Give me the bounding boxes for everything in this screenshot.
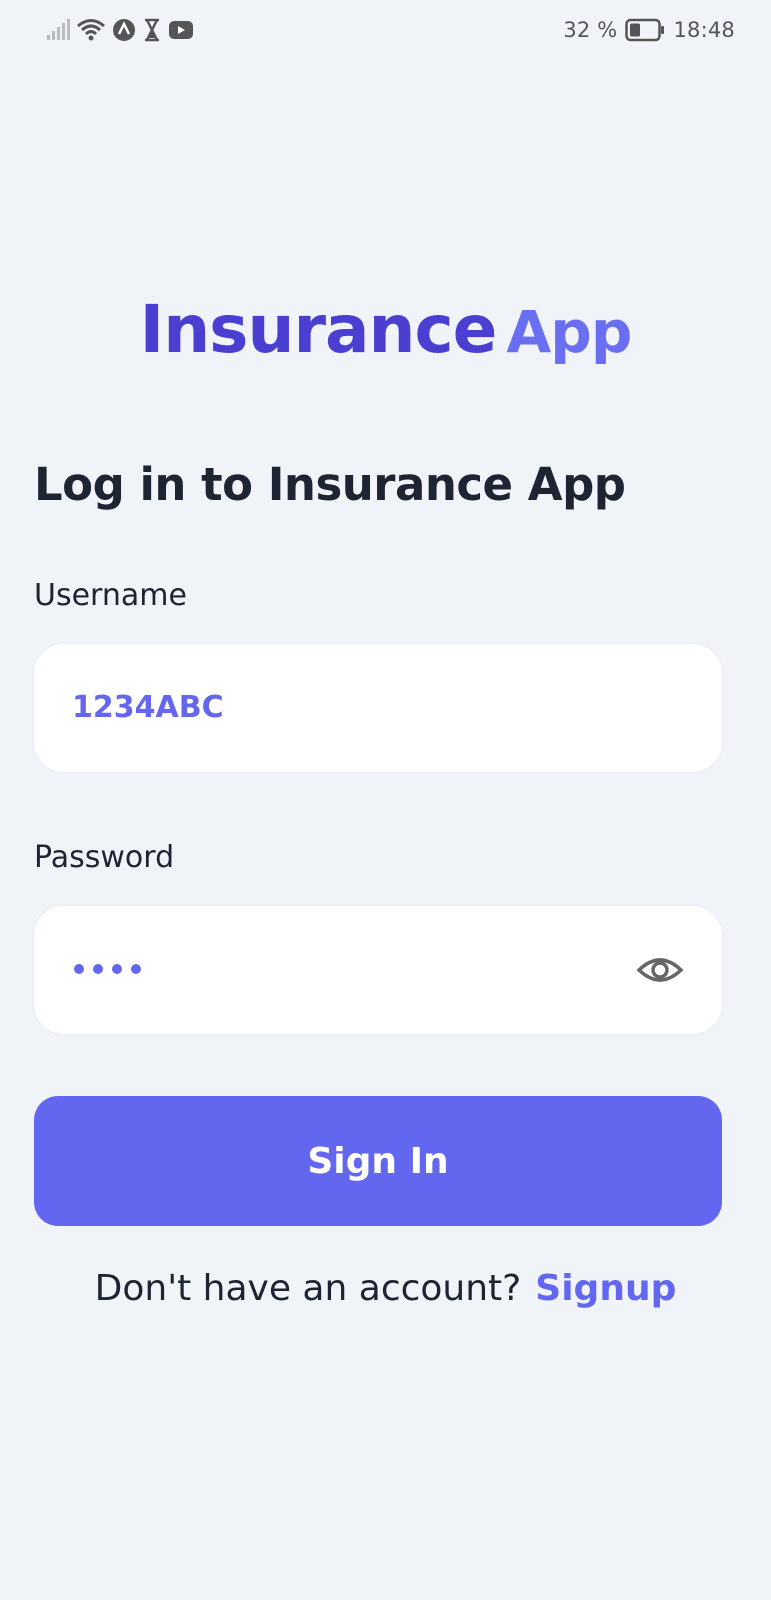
status-bar: 32 % 18:48 xyxy=(0,0,771,60)
battery-percentage: 32 % xyxy=(563,18,618,42)
show-password-eye-icon[interactable] xyxy=(636,950,684,990)
username-value: 1234ABC xyxy=(72,690,224,725)
signal-icon xyxy=(47,19,70,40)
signup-link[interactable]: Signup xyxy=(535,1268,676,1309)
signup-prompt: Don't have an account? Signup xyxy=(0,1268,771,1309)
password-masked-value xyxy=(74,964,141,974)
status-icons-left xyxy=(46,16,194,44)
app-title-part2: App xyxy=(506,298,632,366)
password-field[interactable] xyxy=(34,906,722,1034)
username-field[interactable]: 1234ABC xyxy=(34,644,722,772)
hourglass-icon xyxy=(145,18,159,42)
app-logo-title: Insurance App xyxy=(0,290,771,372)
page-title: Log in to Insurance App xyxy=(34,458,626,511)
status-icons-right: 32 % 18:48 xyxy=(563,14,735,46)
app-title-part1: Insurance xyxy=(139,291,498,368)
app-notification-icon xyxy=(113,19,135,41)
youtube-icon xyxy=(169,21,193,39)
sign-in-button[interactable]: Sign In xyxy=(34,1096,722,1226)
no-account-text: Don't have an account? xyxy=(94,1268,522,1309)
battery-icon xyxy=(625,18,665,42)
username-label: Username xyxy=(34,578,187,613)
password-label: Password xyxy=(34,840,175,875)
clock: 18:48 xyxy=(673,18,735,42)
wifi-icon xyxy=(77,19,105,41)
